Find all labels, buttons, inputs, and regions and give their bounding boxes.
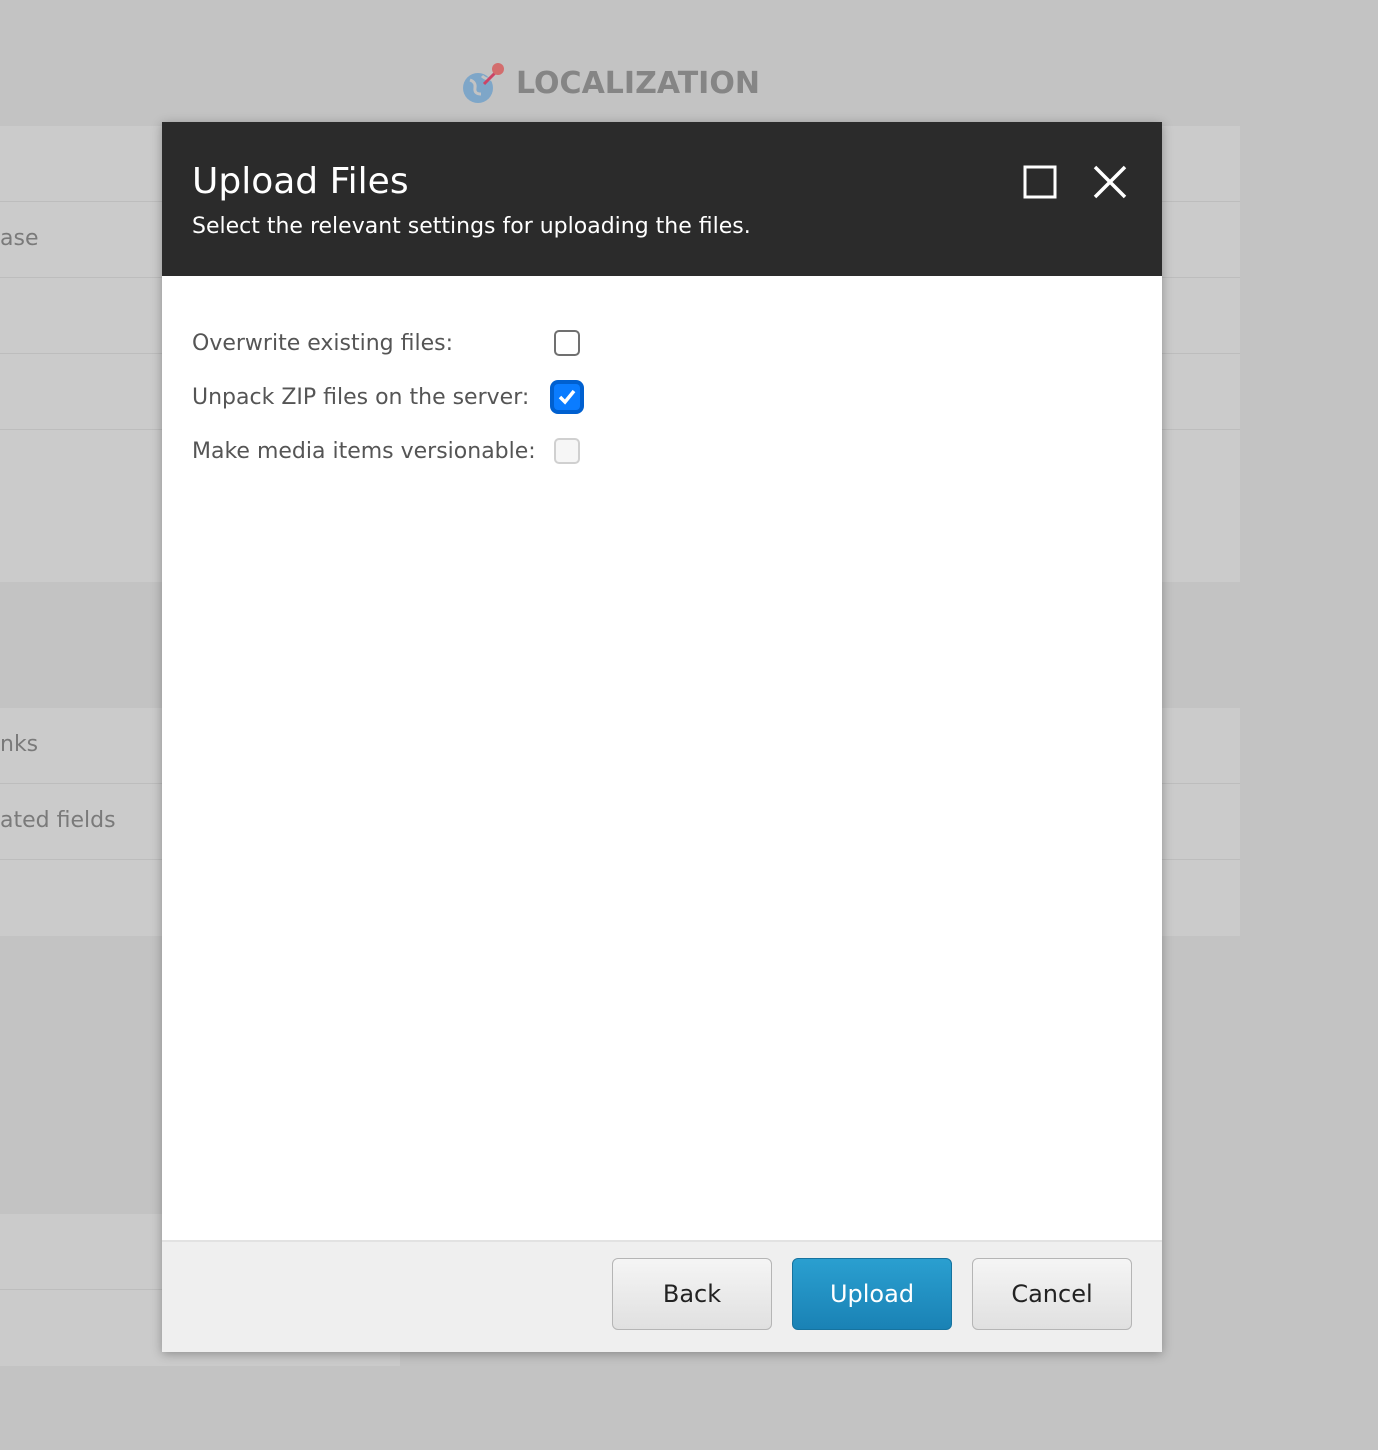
close-icon [1093,165,1127,199]
option-overwrite: Overwrite existing files: [192,316,1132,370]
localization-heading: LOCALIZATION [516,65,760,101]
unpack-zip-checkbox[interactable] [554,384,580,410]
maximize-icon [1023,165,1057,199]
row-label: ated fields [0,808,116,833]
row-label: nks [0,732,39,757]
overwrite-checkbox[interactable] [554,330,580,356]
upload-options-form: Overwrite existing files: Unpack ZIP fil… [162,276,1162,518]
dialog-footer: Back Upload Cancel [162,1240,1162,1352]
maximize-button[interactable] [1022,164,1058,200]
background-page-title: LOCALIZATION [460,60,760,106]
dialog-title: Upload Files [192,161,409,202]
overwrite-label: Overwrite existing files: [192,330,453,356]
close-button[interactable] [1092,164,1128,200]
dialog-subtitle: Select the relevant settings for uploadi… [192,214,751,239]
cancel-button[interactable]: Cancel [972,1258,1132,1330]
versionable-checkbox [554,438,580,464]
upload-files-dialog: Upload Files Select the relevant setting… [162,122,1162,1352]
option-versionable: Make media items versionable: [192,424,1132,478]
dialog-header: Upload Files Select the relevant setting… [162,122,1162,276]
row-label: ase [0,226,39,251]
globe-pin-icon [463,63,504,103]
upload-button[interactable]: Upload [792,1258,952,1330]
back-button[interactable]: Back [612,1258,772,1330]
unpack-zip-label: Unpack ZIP files on the server: [192,384,530,410]
checkmark-icon [558,389,576,405]
option-unpack-zip: Unpack ZIP files on the server: [192,370,1132,424]
versionable-label: Make media items versionable: [192,438,536,464]
